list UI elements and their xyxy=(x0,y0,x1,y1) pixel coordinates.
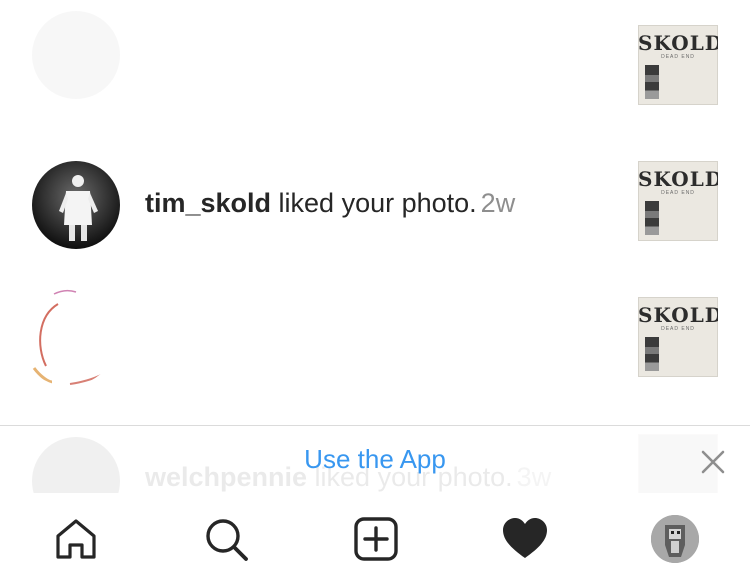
thumbnail-artwork xyxy=(645,201,659,235)
avatar-photo xyxy=(32,289,111,385)
notification-text xyxy=(145,324,149,355)
activity-feed: SKOLD DEAD END tim_skold liked your phot… xyxy=(0,0,750,425)
profile-avatar xyxy=(651,515,699,563)
thumbnail-artwork xyxy=(645,65,659,99)
post-thumbnail[interactable]: SKOLD DEAD END xyxy=(638,297,718,377)
thumbnail-subtitle: DEAD END xyxy=(661,326,695,332)
notification-time: 2w xyxy=(480,188,516,218)
user-avatar[interactable] xyxy=(32,11,120,99)
thumbnail-subtitle: DEAD END xyxy=(661,190,695,196)
notification-text: tim_skold liked your photo. 2w xyxy=(145,188,515,219)
tab-new-post[interactable] xyxy=(352,515,400,563)
notification-row[interactable]: SKOLD DEAD END xyxy=(0,272,750,408)
thumbnail-title: SKOLD xyxy=(638,303,718,327)
use-app-banner[interactable]: welchpennie liked your photo. 3w Use the … xyxy=(0,425,750,494)
avatar-photo xyxy=(32,161,120,249)
use-the-app-link[interactable]: Use the App xyxy=(0,444,750,475)
thumbnail-title: SKOLD xyxy=(638,167,718,191)
heart-icon xyxy=(503,518,547,558)
close-icon xyxy=(701,450,725,474)
tab-search[interactable] xyxy=(202,515,250,563)
tab-activity[interactable] xyxy=(501,515,549,563)
user-avatar[interactable] xyxy=(32,161,120,249)
thumbnail-artwork xyxy=(645,337,659,371)
user-avatar[interactable] xyxy=(18,286,118,386)
home-icon xyxy=(56,519,96,559)
notification-action: liked your photo. xyxy=(271,188,477,218)
notification-row[interactable]: SKOLD DEAD END xyxy=(0,0,750,122)
notification-text xyxy=(145,38,149,69)
new-post-icon xyxy=(354,517,398,561)
tab-profile[interactable] xyxy=(651,515,699,563)
search-icon xyxy=(206,519,248,561)
post-thumbnail[interactable]: SKOLD DEAD END xyxy=(638,25,718,105)
thumbnail-subtitle: DEAD END xyxy=(661,54,695,60)
notification-username[interactable]: tim_skold xyxy=(145,188,271,218)
post-thumbnail[interactable]: SKOLD DEAD END xyxy=(638,161,718,241)
thumbnail-title: SKOLD xyxy=(638,31,718,55)
bottom-tab-bar xyxy=(0,493,750,582)
tab-home[interactable] xyxy=(52,515,100,563)
notification-row[interactable]: tim_skold liked your photo. 2w SKOLD DEAD… xyxy=(0,136,750,272)
close-banner-button[interactable] xyxy=(700,449,726,475)
